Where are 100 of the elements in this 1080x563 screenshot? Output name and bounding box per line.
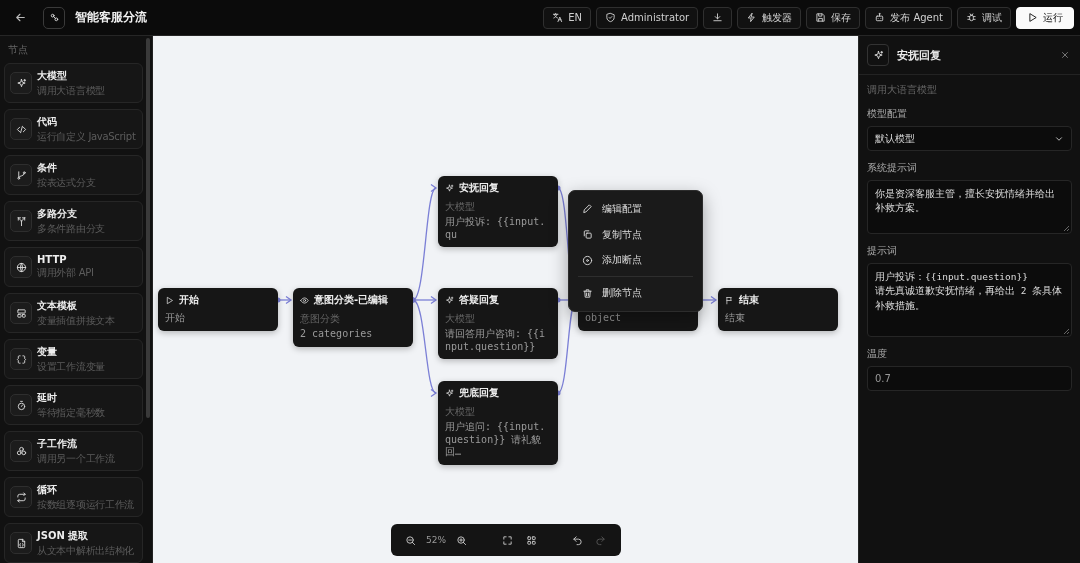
field-label: 提示词 — [867, 244, 898, 258]
field-label: 温度 — [867, 347, 888, 361]
prompt-textarea[interactable]: 用户投诉：{{input.question}} 请先真诚道歉安抚情绪，再给出 2 条具体补救措施。 — [867, 263, 1072, 337]
workflow-node[interactable]: 开始 开始 — [158, 288, 278, 331]
copy-icon — [582, 229, 593, 241]
braces-icon — [15, 353, 27, 365]
temperature-input[interactable]: 0.7 — [867, 366, 1072, 391]
prompt-textarea[interactable]: 你是资深客服主管，擅长安抚情绪并给出补救方案。 — [867, 180, 1072, 234]
node-title: 答疑回复 — [459, 293, 499, 307]
layout-icon — [15, 307, 27, 319]
sparkle-icon — [445, 295, 454, 305]
play-icon — [165, 295, 174, 305]
node-type-description: 等待指定毫秒数 — [37, 405, 105, 420]
redo-icon — [595, 534, 607, 546]
node-type-title: JSON 提取 — [37, 528, 90, 543]
node-type-title: 文本模板 — [37, 298, 78, 313]
robot-icon — [874, 12, 886, 23]
node-title: 意图分类-已编辑 — [314, 293, 389, 307]
publish-button[interactable]: 发布 Agent — [865, 6, 952, 29]
node-title: 安抚回复 — [459, 181, 499, 195]
translate-icon — [552, 12, 564, 23]
eye-icon — [300, 295, 309, 305]
zoom-out-icon — [404, 534, 416, 546]
download-icon — [712, 12, 724, 23]
sparkle-icon — [872, 49, 884, 61]
trash-icon — [582, 287, 593, 299]
globe-icon — [15, 261, 27, 273]
node-type-label: 大模型 — [445, 405, 476, 419]
panel-subtitle: 调用大语言模型 — [867, 83, 938, 97]
close-icon — [1060, 50, 1070, 60]
node-title: 结束 — [739, 293, 759, 307]
repeat-icon — [15, 491, 27, 503]
node-type-title: 循环 — [37, 482, 58, 497]
resize-grip-icon[interactable] — [1063, 225, 1069, 231]
download-button[interactable] — [703, 6, 733, 29]
node-type-title: 代码 — [37, 114, 58, 129]
node-summary: 开始 — [165, 312, 186, 325]
flag-icon — [725, 295, 734, 305]
language-button[interactable]: EN — [543, 6, 592, 29]
lightning-icon — [746, 12, 758, 23]
zoom-in-icon — [456, 534, 468, 546]
node-type-title: 子工作流 — [37, 436, 78, 451]
node-summary: 用户追问: {{input.question}} 请礼貌回… — [445, 421, 547, 459]
save-button[interactable]: 保存 — [806, 6, 861, 29]
circles-icon — [15, 445, 27, 457]
node-type-label: 意图分类 — [300, 312, 341, 326]
node-type-label: 大模型 — [445, 200, 476, 214]
node-title: 兜底回复 — [459, 386, 499, 400]
workflow-node[interactable]: 意图分类-已编辑 意图分类 2 categories — [293, 288, 413, 347]
context-menu-item[interactable]: 编辑配置 — [602, 201, 642, 216]
split-arrows-icon — [15, 215, 27, 227]
field-label: 模型配置 — [867, 107, 908, 121]
node-type-title: 多路分支 — [37, 206, 78, 221]
workflow-node[interactable]: 结束 结束 — [718, 288, 838, 331]
sparkle-icon — [445, 388, 454, 398]
scrollbar[interactable] — [146, 38, 150, 418]
context-menu-item[interactable]: 复制节点 — [602, 227, 642, 242]
node-type-title: HTTP — [37, 254, 68, 265]
zoom-level: 52% — [426, 535, 446, 545]
fullscreen-icon — [502, 534, 514, 546]
code-icon — [15, 123, 27, 135]
workflow-node[interactable]: 安抚回复 大模型 用户投诉: {{input.qu — [438, 176, 558, 247]
node-palette-item[interactable]: 延时 等待指定毫秒数 — [4, 385, 143, 425]
node-type-title: 大模型 — [37, 68, 68, 83]
timer-icon — [15, 399, 27, 411]
node-title: 开始 — [179, 293, 199, 307]
sparkle-icon — [15, 77, 27, 89]
node-type-label: 大模型 — [445, 312, 476, 326]
workflow-node[interactable]: 兜底回复 大模型 用户追问: {{input.question}} 请礼貌回… — [438, 381, 558, 465]
node-summary: 用户投诉: {{input.qu — [445, 216, 547, 241]
node-summary: 请回答用户咨询: {{input.question}} — [445, 328, 547, 353]
run-button[interactable]: 运行 — [1016, 6, 1074, 29]
section-heading: 节点 — [7, 43, 29, 57]
grid-icon — [525, 534, 537, 546]
sparkle-icon — [445, 183, 454, 193]
field-label: 系统提示词 — [867, 161, 918, 175]
play-icon — [1027, 12, 1038, 23]
workflow-node[interactable]: 答疑回复 大模型 请回答用户咨询: {{input.question}} — [438, 288, 558, 359]
triggers-button[interactable]: 触发器 — [737, 6, 802, 29]
role-button[interactable]: Administrator — [596, 6, 699, 29]
node-palette-item[interactable]: JSON 提取 从文本中解析出结构化 — [4, 523, 143, 563]
save-icon — [815, 12, 827, 23]
node-summary: 结束 — [725, 312, 746, 325]
context-menu-item[interactable]: 删除节点 — [602, 286, 642, 301]
link-icon — [48, 12, 60, 23]
branch-icon — [15, 169, 27, 181]
node-summary: 2 categories — [300, 328, 374, 341]
panel-title: 安抚回复 — [897, 47, 942, 63]
resize-grip-icon[interactable] — [1063, 328, 1069, 334]
back-arrow-icon — [14, 11, 27, 24]
node-type-title: 条件 — [37, 160, 58, 175]
node-type-description: 从文本中解析出结构化 — [37, 543, 134, 558]
node-palette-item[interactable]: HTTP 调用外部 API — [4, 247, 143, 287]
debug-button[interactable]: 调试 — [957, 6, 1011, 29]
target-icon — [582, 254, 593, 266]
model-select[interactable]: 默认模型 — [867, 126, 1072, 151]
context-menu-item[interactable]: 添加断点 — [602, 253, 642, 268]
pencil-icon — [582, 203, 593, 215]
node-type-title: 延时 — [37, 390, 58, 405]
node-type-description: 调用外部 API — [37, 266, 94, 280]
